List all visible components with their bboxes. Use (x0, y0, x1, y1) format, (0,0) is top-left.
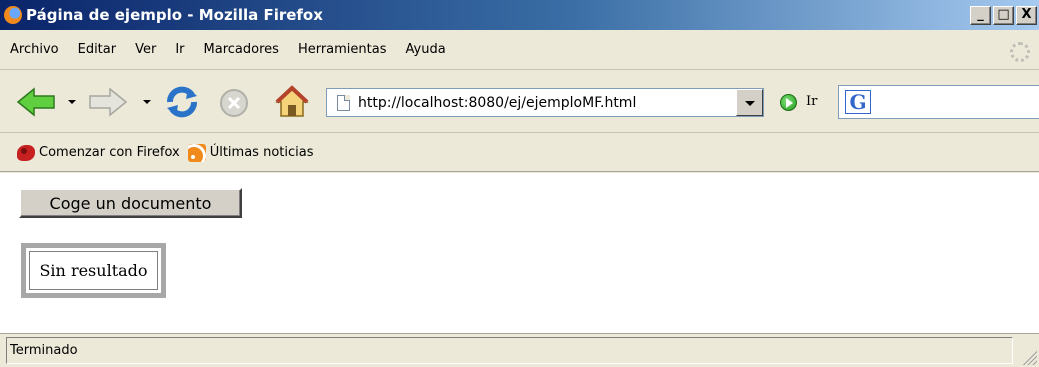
reload-icon[interactable] (164, 84, 200, 120)
menu-marcadores[interactable]: Marcadores (204, 42, 279, 57)
status-text: Terminado (6, 337, 1013, 364)
maximize-button[interactable]: □ (993, 6, 1014, 25)
go-icon[interactable] (780, 94, 797, 111)
bookmark-label: Últimas noticias (209, 145, 314, 160)
home-icon[interactable] (274, 84, 310, 120)
url-bar[interactable]: http://localhost:8080/ej/ejemploMF.html (326, 88, 764, 117)
close-button[interactable]: X (1016, 6, 1037, 25)
page-content: Coge un documento Sin resultado (0, 173, 1039, 333)
firefox-bookmark-icon (17, 144, 35, 161)
menu-editar[interactable]: Editar (78, 42, 117, 57)
search-box[interactable]: G (838, 85, 1039, 119)
throbber-icon (1010, 42, 1030, 62)
menu-bar: Archivo Editar Ver Ir Marcadores Herrami… (0, 30, 1039, 70)
url-dropdown-button[interactable] (736, 89, 763, 116)
search-engine-icon[interactable]: G (845, 90, 871, 114)
menu-ir[interactable]: Ir (175, 42, 184, 57)
firefox-logo-icon (4, 6, 22, 24)
window-controls: _ □ X (970, 6, 1037, 25)
title-bar[interactable]: Página de ejemplo - Mozilla Firefox _ □ … (0, 0, 1039, 30)
forward-arrow-icon[interactable] (88, 87, 128, 117)
menu-archivo[interactable]: Archivo (10, 42, 59, 57)
result-text: Sin resultado (29, 251, 158, 290)
result-box: Sin resultado (21, 243, 166, 298)
back-arrow-icon[interactable] (16, 87, 56, 117)
window-title: Página de ejemplo - Mozilla Firefox (26, 6, 323, 24)
menu-ver[interactable]: Ver (135, 42, 156, 57)
stop-icon[interactable] (218, 87, 250, 119)
url-input[interactable]: http://localhost:8080/ej/ejemploMF.html (358, 95, 636, 111)
menu-herramientas[interactable]: Herramientas (298, 42, 387, 57)
bookmark-comenzar-con-firefox[interactable]: Comenzar con Firefox (17, 144, 180, 161)
bookmarks-toolbar: Comenzar con Firefox Últimas noticias (0, 134, 1039, 172)
resize-grip-icon[interactable] (1021, 349, 1037, 365)
bookmark-ultimas-noticias[interactable]: Últimas noticias (187, 143, 314, 162)
menu-ayuda[interactable]: Ayuda (406, 42, 446, 57)
get-document-button[interactable]: Coge un documento (19, 188, 242, 218)
go-button[interactable]: Ir (806, 94, 817, 109)
minimize-button[interactable]: _ (970, 6, 991, 25)
bookmark-label: Comenzar con Firefox (39, 145, 180, 160)
back-dropdown-icon[interactable] (68, 100, 76, 104)
forward-dropdown-icon[interactable] (143, 100, 151, 104)
page-icon (337, 94, 350, 111)
rss-icon (187, 143, 206, 162)
status-bar: Terminado (0, 333, 1039, 367)
navigation-toolbar: http://localhost:8080/ej/ejemploMF.html … (0, 71, 1039, 133)
